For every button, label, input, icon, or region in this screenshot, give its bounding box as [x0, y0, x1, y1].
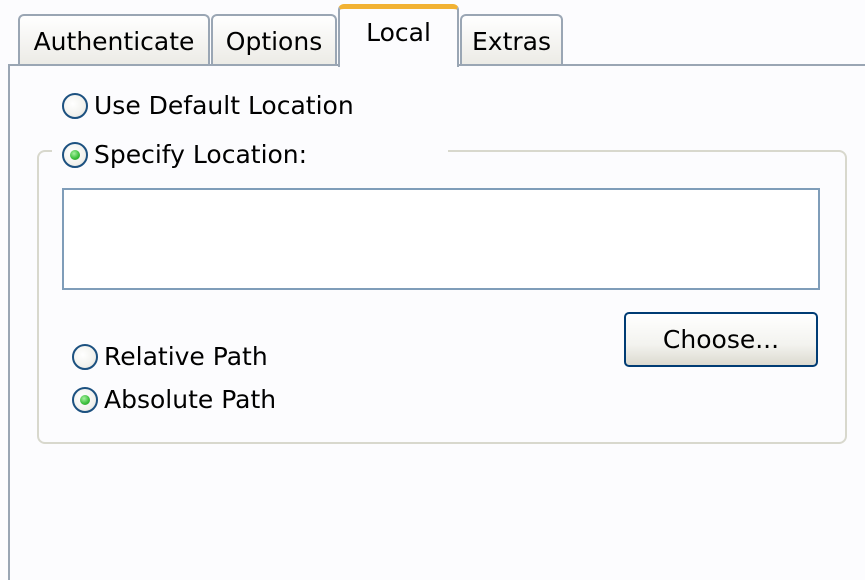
radio-dot	[80, 394, 90, 405]
use-default-location-option[interactable]: Use Default Location	[62, 91, 354, 120]
absolute-path-radio[interactable]	[72, 386, 98, 413]
tab-local-label: Local	[366, 18, 431, 47]
absolute-path-label: Absolute Path	[104, 385, 277, 414]
location-path-field[interactable]	[62, 188, 820, 290]
specify-location-label: Specify Location:	[94, 140, 308, 169]
tab-local[interactable]: Local	[338, 4, 459, 67]
tab-authenticate-label: Authenticate	[33, 27, 195, 56]
radio-dot	[70, 149, 80, 160]
specify-location-option[interactable]: Specify Location:	[62, 140, 307, 169]
choose-button[interactable]: Choose...	[624, 312, 818, 367]
tab-authenticate[interactable]: Authenticate	[18, 14, 210, 64]
tab-extras-label: Extras	[471, 27, 552, 56]
specify-location-radio[interactable]	[62, 141, 88, 168]
use-default-location-label: Use Default Location	[94, 91, 354, 120]
tab-extras[interactable]: Extras	[460, 14, 563, 64]
use-default-location-radio[interactable]	[62, 92, 88, 119]
tab-options[interactable]: Options	[211, 14, 337, 64]
absolute-path-option[interactable]: Absolute Path	[72, 385, 276, 414]
relative-path-radio[interactable]	[72, 343, 98, 370]
local-settings-dialog: Authenticate Options Local Extras Use De…	[0, 0, 865, 580]
relative-path-option[interactable]: Relative Path	[72, 342, 268, 371]
tab-options-label: Options	[225, 27, 323, 56]
relative-path-label: Relative Path	[104, 342, 268, 371]
